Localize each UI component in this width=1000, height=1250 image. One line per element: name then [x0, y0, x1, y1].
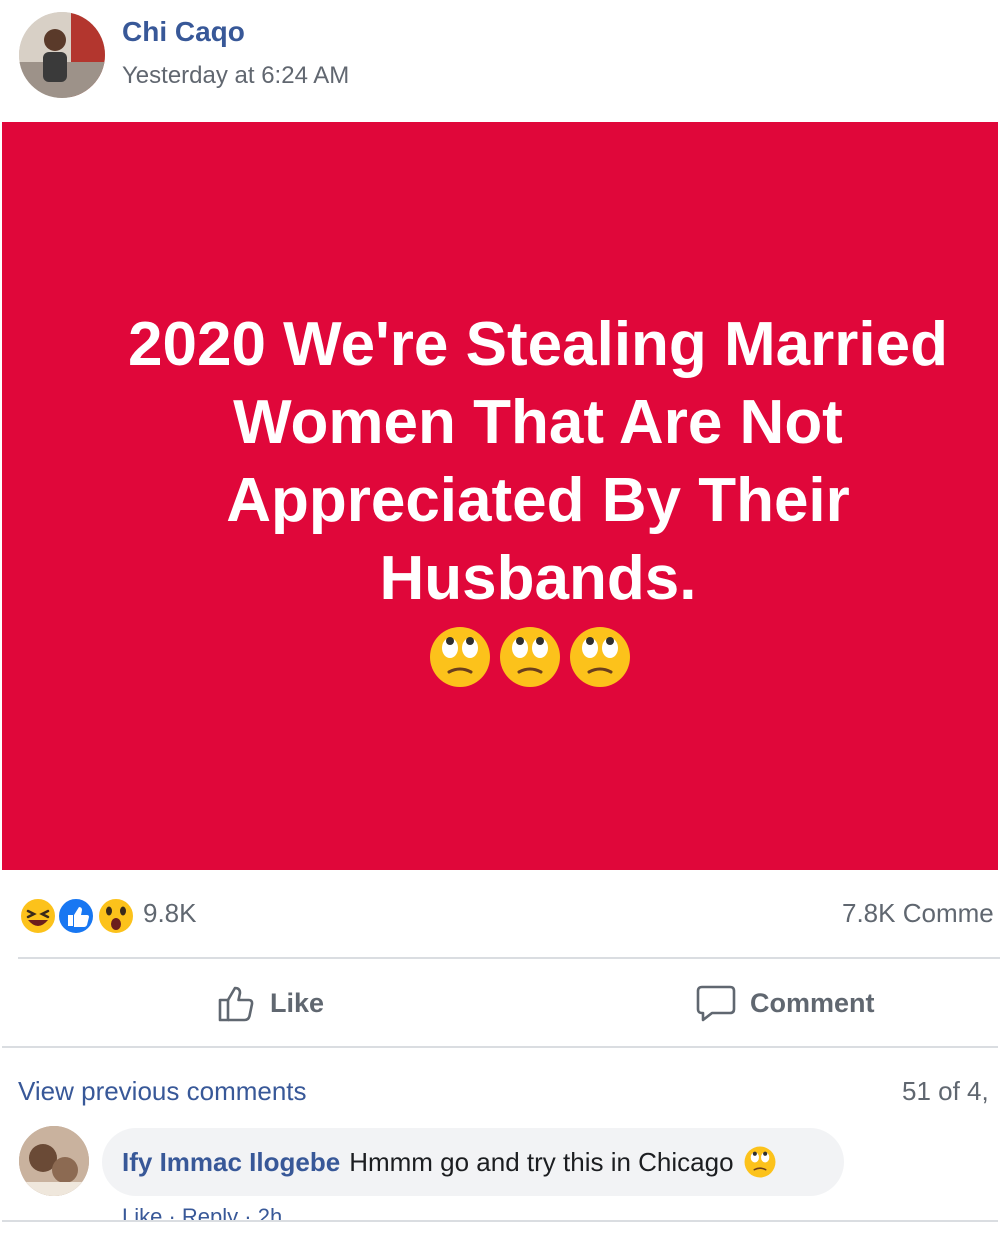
divider: [18, 957, 1000, 959]
comments-count[interactable]: 7.8K Comme: [842, 898, 994, 929]
post-image-line: 2020 We're Stealing Married: [128, 310, 948, 379]
divider: [2, 1046, 998, 1048]
reaction-count[interactable]: 9.8K: [143, 898, 197, 929]
reaction-icons[interactable]: [18, 896, 140, 936]
divider: [2, 1220, 998, 1222]
comment-label: Comment: [750, 987, 875, 1018]
comment-button[interactable]: Comment: [696, 982, 875, 1024]
eye-roll-emoji-icon: [500, 627, 560, 687]
eye-roll-emojis: [429, 626, 631, 688]
post-image-line: Appreciated By Their: [226, 466, 850, 535]
eye-roll-emoji-icon: [744, 1146, 776, 1178]
post-header: Chi Caqo Yesterday at 6:24 AM: [0, 0, 1000, 122]
post-image-line: Women That Are Not: [233, 388, 843, 457]
thumbs-up-icon: [218, 986, 254, 1022]
speech-bubble-icon: [696, 985, 736, 1022]
wow-icon: [97, 897, 135, 935]
comment-paging: 51 of 4,: [902, 1076, 989, 1106]
comment-text: Hmmm go and try this in Chicago: [349, 1146, 734, 1177]
haha-icon: [19, 897, 57, 935]
post-timestamp[interactable]: Yesterday at 6:24 AM: [122, 62, 349, 90]
comment-bubble: Ify Immac Ilogebe Hmmm go and try this i…: [102, 1128, 844, 1196]
comment-author[interactable]: Ify Immac Ilogebe: [122, 1147, 340, 1178]
author-avatar[interactable]: [19, 12, 105, 98]
post-image-line: Husbands.: [379, 544, 697, 613]
like-label: Like: [270, 987, 325, 1018]
eye-roll-emoji-icon: [430, 627, 490, 687]
bottom-edge: [0, 1220, 1000, 1250]
view-previous-comments-link[interactable]: View previous comments: [18, 1076, 307, 1107]
post-image-text: 2020 We're Stealing Married Women That A…: [60, 306, 1000, 618]
post-image[interactable]: 2020 We're Stealing Married Women That A…: [2, 122, 998, 870]
eye-roll-emoji-icon: [570, 627, 630, 687]
like-button[interactable]: Like: [216, 982, 324, 1024]
like-icon: [57, 897, 95, 935]
commenter-avatar[interactable]: [19, 1126, 89, 1196]
author-name[interactable]: Chi Caqo: [122, 16, 245, 48]
